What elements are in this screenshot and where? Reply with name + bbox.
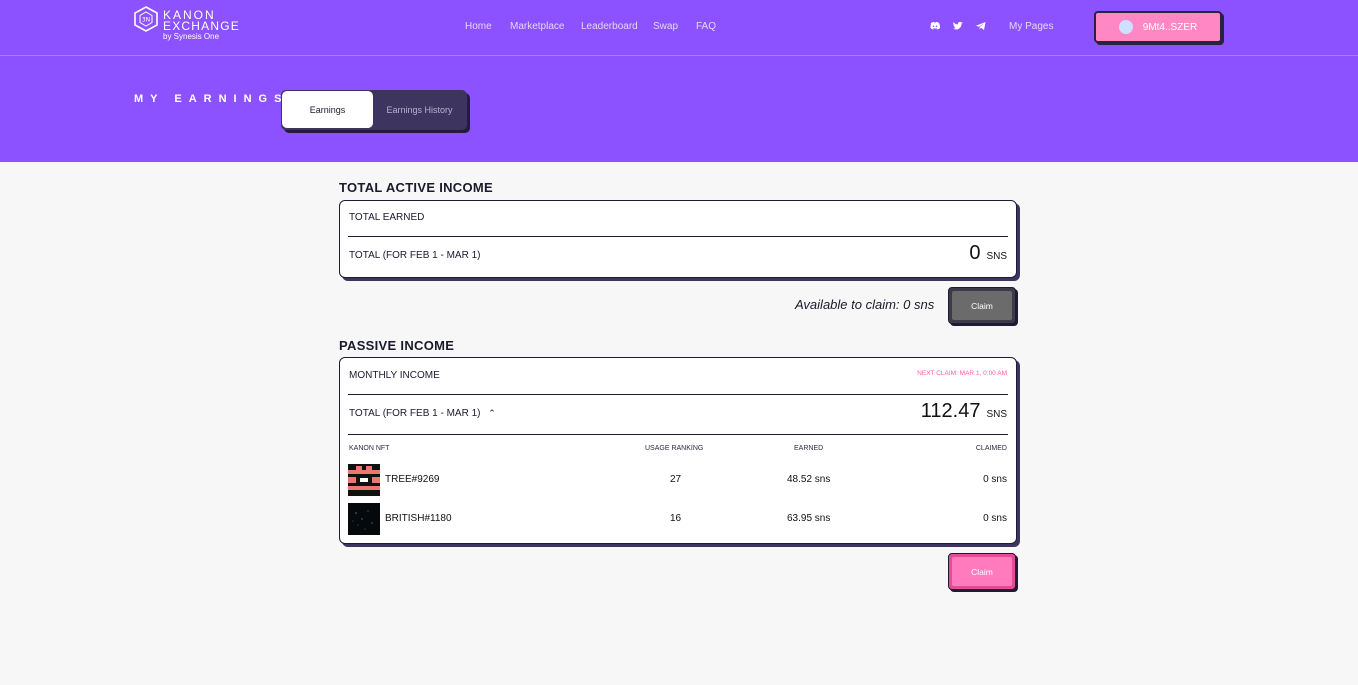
active-income-card: TOTAL EARNED TOTAL (FOR FEB 1 - MAR 1) 0… xyxy=(339,200,1017,278)
nft-name: TREE#9269 xyxy=(385,474,440,485)
active-period-label: TOTAL (FOR FEB 1 - MAR 1) xyxy=(349,250,481,261)
total-earned-label: TOTAL EARNED xyxy=(349,212,425,223)
passive-period-label[interactable]: TOTAL (FOR FEB 1 - MAR 1) ⌃ xyxy=(349,408,496,419)
nft-thumbnail-tree xyxy=(348,464,380,496)
passive-income-card: MONTHLY INCOME NEXT CLAIM: MAR 1, 0:00 A… xyxy=(339,357,1017,544)
wallet-address: 9Mt4..SZER xyxy=(1142,21,1198,33)
card-separator xyxy=(348,434,1008,435)
nav-marketplace[interactable]: Marketplace xyxy=(510,21,564,32)
monthly-income-label: MONTHLY INCOME xyxy=(349,370,440,381)
kanon-logo[interactable]: 3N KANON EXCHANGE by Synesis One xyxy=(134,6,254,44)
passive-amount-unit: SNS xyxy=(986,409,1007,420)
nav-faq[interactable]: FAQ xyxy=(696,21,716,32)
nav-leaderboard[interactable]: Leaderboard xyxy=(581,21,638,32)
available-to-claim: Available to claim: 0 sns xyxy=(795,297,935,312)
my-pages-link[interactable]: My Pages xyxy=(1009,21,1053,32)
active-claim-label: Claim xyxy=(952,291,1012,320)
logo-hexagon-icon: 3N xyxy=(134,6,158,32)
earnings-tabs: Earnings Earnings History xyxy=(281,90,467,130)
earned-value: 63.95 sns xyxy=(787,513,831,524)
passive-period-text: TOTAL (FOR FEB 1 - MAR 1) xyxy=(349,408,481,419)
nft-name: BRITISH#1180 xyxy=(385,513,452,524)
chevron-up-icon[interactable]: ⌃ xyxy=(488,408,496,419)
wallet-button[interactable]: 9Mt4..SZER xyxy=(1094,11,1222,43)
wallet-avatar-icon xyxy=(1118,20,1133,34)
active-total-amount: 0 SNS xyxy=(969,242,1007,265)
nav-home[interactable]: Home xyxy=(465,21,492,32)
logo-byline: by Synesis One xyxy=(163,32,220,41)
active-amount-value: 0 xyxy=(969,242,981,264)
col-header-usage-ranking: USAGE RANKING xyxy=(645,445,704,452)
passive-income-title: PASSIVE INCOME xyxy=(339,338,455,353)
usage-ranking: 16 xyxy=(670,513,682,524)
passive-claim-button[interactable]: Claim xyxy=(948,553,1016,590)
nft-thumbnail-british xyxy=(348,503,380,535)
svg-text:3N: 3N xyxy=(142,17,150,24)
claimed-value: 0 sns xyxy=(983,513,1007,524)
usage-ranking: 27 xyxy=(670,474,682,485)
claimed-value: 0 sns xyxy=(983,474,1007,485)
passive-amount-value: 112.47 xyxy=(920,400,981,422)
card-separator xyxy=(348,236,1008,237)
active-income-title: TOTAL ACTIVE INCOME xyxy=(339,180,494,195)
col-header-nft: KANON NFT xyxy=(349,445,390,452)
earned-value: 48.52 sns xyxy=(787,474,831,485)
passive-claim-label: Claim xyxy=(952,557,1012,586)
next-claim-label: NEXT CLAIM: MAR 1, 0:00 AM xyxy=(917,370,1007,377)
nav-swap[interactable]: Swap xyxy=(653,21,678,32)
header-bar: 3N KANON EXCHANGE by Synesis One Home Ma… xyxy=(0,0,1358,162)
active-claim-button[interactable]: Claim xyxy=(948,287,1016,324)
logo-text-exchange: EXCHANGE xyxy=(163,19,240,33)
tab-earnings[interactable]: Earnings xyxy=(282,91,373,128)
discord-icon[interactable] xyxy=(929,20,941,32)
page-title: MY EARNINGS xyxy=(134,93,289,105)
col-header-claimed: CLAIMED xyxy=(975,445,1007,452)
passive-total-amount: 112.47 SNS xyxy=(921,400,1007,423)
twitter-icon[interactable] xyxy=(952,20,964,32)
telegram-icon[interactable] xyxy=(975,20,987,32)
active-amount-unit: SNS xyxy=(986,251,1007,262)
tab-earnings-history[interactable]: Earnings History xyxy=(374,91,465,128)
col-header-earned: EARNED xyxy=(794,445,824,452)
card-separator xyxy=(348,394,1008,395)
header-divider xyxy=(0,55,1358,56)
